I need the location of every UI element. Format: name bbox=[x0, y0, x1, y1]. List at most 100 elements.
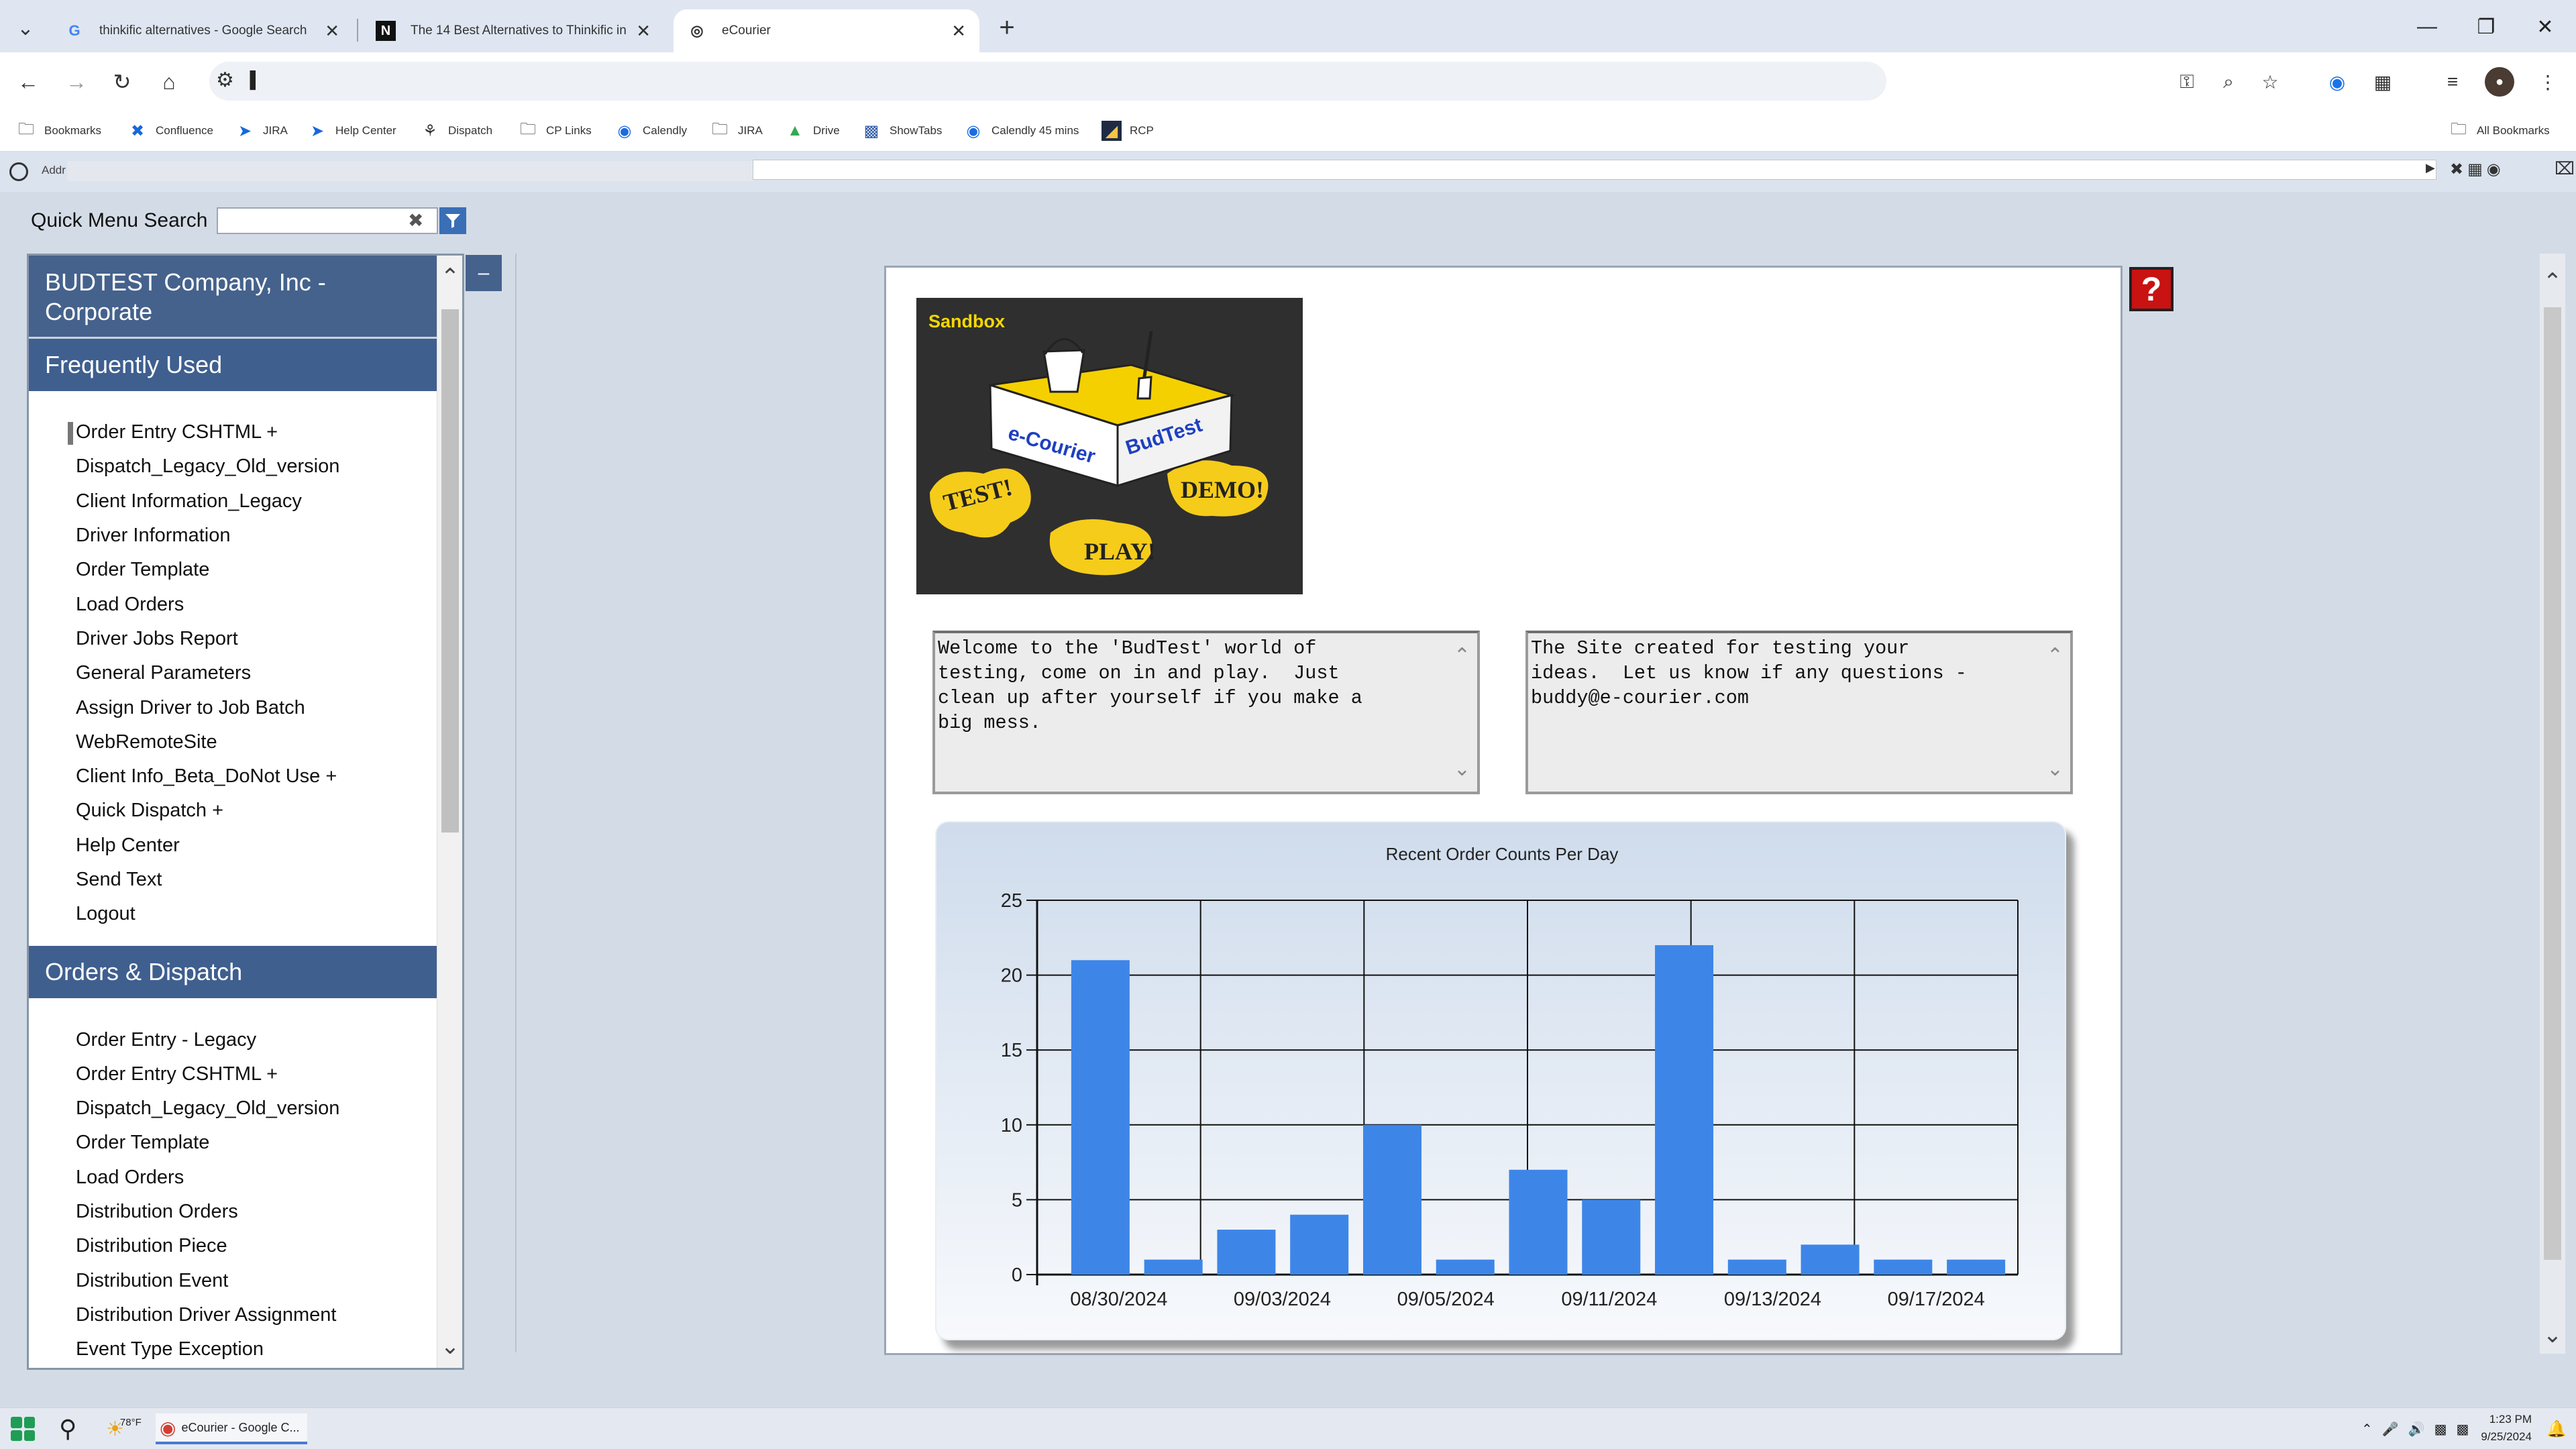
sidebar-menu-item[interactable]: Driver Information bbox=[29, 519, 437, 553]
scroll-thumb[interactable] bbox=[441, 309, 459, 833]
sidebar-menu-item[interactable]: Logout bbox=[29, 897, 437, 931]
sidebar-menu-item[interactable]: Quick Dispatch + bbox=[29, 794, 437, 828]
address-bar[interactable]: ⚙ ▐ bbox=[209, 62, 1886, 101]
bookmark-showtabs[interactable]: ▩ ShowTabs bbox=[861, 118, 943, 144]
new-tab-plus-icon[interactable]: + bbox=[990, 11, 1024, 44]
bookmark-help-center[interactable]: ➤ Help Center bbox=[307, 118, 396, 144]
bookmark-cp-links-folder[interactable]: 🗀 CP Links bbox=[518, 118, 592, 144]
bookmark-label: JIRA bbox=[738, 124, 763, 137]
media-queue-icon[interactable]: ≡ bbox=[2438, 67, 2467, 97]
reload-icon[interactable]: ↻ bbox=[106, 66, 138, 98]
sidebar-menu-item[interactable]: Load Orders bbox=[29, 1161, 437, 1195]
site-note[interactable]: The Site created for testing your ideas.… bbox=[1525, 631, 2073, 794]
scroll-down-icon[interactable]: ⌄ bbox=[2542, 1322, 2563, 1348]
sidebar-menu-item[interactable]: Distribution Driver Assignment bbox=[29, 1298, 437, 1332]
sidebar-menu-item[interactable]: Dispatch_Legacy_Old_version bbox=[29, 1091, 437, 1126]
tab-ecourier[interactable]: ◎ eCourier ✕ bbox=[674, 9, 979, 52]
sidebar-menu-item[interactable]: Client Information_Legacy bbox=[29, 484, 437, 519]
sidebar-menu-item[interactable]: Order Entry CSHTML + bbox=[29, 1057, 437, 1091]
sidebar-menu-item[interactable]: Order Template bbox=[29, 1126, 437, 1160]
bookmark-bookmarks-folder[interactable]: 🗀 Bookmarks bbox=[16, 118, 101, 144]
bookmark-confluence[interactable]: ✖ Confluence bbox=[127, 118, 213, 144]
extensions-puzzle-icon[interactable]: ▦ bbox=[2368, 67, 2398, 97]
home-icon[interactable]: ⌂ bbox=[153, 66, 185, 98]
browser-menu-icon[interactable]: ⋮ bbox=[2533, 67, 2563, 97]
command-line-input[interactable] bbox=[753, 160, 2436, 180]
main-scrollbar[interactable]: ⌃ ⌄ bbox=[2540, 254, 2565, 1354]
welcome-note[interactable]: Welcome to the 'BudTest' world of testin… bbox=[932, 631, 1480, 794]
bookmark-calendly[interactable]: ◉ Calendly bbox=[614, 118, 688, 144]
tab-strip: ⌄ G thinkific alternatives - Google Sear… bbox=[0, 0, 2576, 52]
key-icon[interactable]: ⚿ bbox=[2172, 67, 2202, 97]
tab-close-icon[interactable]: ✕ bbox=[636, 21, 651, 42]
sidebar-menu-item[interactable]: Dispatch_Legacy_Old_version bbox=[29, 449, 437, 484]
sidebar-menu-item[interactable]: WebRemoteSite bbox=[29, 725, 437, 759]
sidebar-menu-item[interactable]: Order Entry CSHTML + bbox=[29, 415, 437, 449]
start-button[interactable] bbox=[11, 1413, 35, 1444]
minimize-icon[interactable]: — bbox=[2400, 8, 2454, 46]
sidebar-menu-item[interactable]: Distribution Piece bbox=[29, 1229, 437, 1263]
help-button[interactable]: ? bbox=[2129, 267, 2174, 311]
bookmark-calendly-45[interactable]: ◉ Calendly 45 mins bbox=[963, 118, 1079, 144]
all-bookmarks-folder[interactable]: 🗀 All Bookmarks bbox=[2449, 118, 2550, 144]
notification-bell-icon[interactable]: 🔔 bbox=[2546, 1413, 2567, 1444]
zoom-icon[interactable]: ⌕ bbox=[2214, 67, 2243, 97]
back-arrow-icon[interactable]: ← bbox=[12, 66, 44, 98]
tab-thinkific-alternatives[interactable]: N The 14 Best Alternatives to Thinkific … bbox=[362, 9, 664, 52]
tools-icon[interactable]: ✖▦◉ bbox=[2450, 160, 2505, 179]
profile-avatar[interactable]: ● bbox=[2485, 67, 2514, 97]
tab-google-search[interactable]: G thinkific alternatives - Google Search… bbox=[51, 9, 353, 52]
sidebar-menu-item[interactable]: General Parameters bbox=[29, 656, 437, 690]
weather-widget[interactable]: ☀ 78°F bbox=[106, 1413, 142, 1444]
tab-close-icon[interactable]: ✕ bbox=[325, 21, 339, 42]
play-arrow-icon[interactable]: ▶ bbox=[2426, 161, 2435, 175]
sidebar-menu-item[interactable]: Client Info_Beta_DoNot Use + bbox=[29, 759, 437, 794]
sidebar-scrollbar[interactable]: ⌃ ⌄ bbox=[437, 256, 462, 1368]
pane-splitter[interactable] bbox=[515, 254, 517, 1352]
sidebar-menu-item[interactable]: Distribution Event bbox=[29, 1264, 437, 1298]
quick-search-input[interactable] bbox=[217, 207, 439, 234]
restore-icon[interactable]: ❐ bbox=[2459, 8, 2513, 46]
site-info-icon[interactable]: ⚙ bbox=[216, 68, 234, 92]
tab-close-icon[interactable]: ✕ bbox=[951, 21, 966, 42]
bookmark-dispatch[interactable]: ⚘ Dispatch bbox=[420, 118, 492, 144]
note-scroll-up-icon[interactable]: ⌃ bbox=[1454, 644, 1470, 667]
google-icon: G bbox=[68, 22, 80, 39]
addr-field[interactable] bbox=[67, 161, 753, 181]
taskbar-chrome-app[interactable]: ◉ eCourier - Google C... bbox=[156, 1413, 307, 1444]
sidebar-menu-item[interactable]: Order Entry - Legacy bbox=[29, 1022, 437, 1057]
collapse-sidebar-button[interactable]: – bbox=[466, 255, 502, 291]
clock[interactable]: 1:23 PM 9/25/2024 bbox=[2481, 1411, 2532, 1446]
sidebar-menu-item[interactable]: Order Template bbox=[29, 553, 437, 587]
bookmark-rcp[interactable]: ◢ RCP bbox=[1102, 118, 1154, 144]
bookmark-drive[interactable]: ▲ Drive bbox=[785, 118, 840, 144]
section-orders-dispatch[interactable]: Orders & Dispatch bbox=[29, 946, 437, 999]
window-close-icon[interactable]: ✕ bbox=[2518, 8, 2572, 46]
sidebar-menu-item[interactable]: Distribution Orders bbox=[29, 1195, 437, 1229]
system-tray-icons[interactable]: ⌃🎤🔊▩▩ bbox=[2361, 1413, 2478, 1444]
clear-search-icon[interactable]: ✖ bbox=[408, 209, 423, 231]
tab-list-chevron-icon[interactable]: ⌄ bbox=[9, 12, 42, 44]
sidebar-menu-item[interactable]: Send Text bbox=[29, 863, 437, 897]
sidebar-menu-item[interactable]: Load Orders bbox=[29, 587, 437, 621]
section-frequently-used[interactable]: Frequently Used bbox=[29, 339, 437, 391]
note-scroll-up-icon[interactable]: ⌃ bbox=[2047, 644, 2063, 667]
note-scroll-down-icon[interactable]: ⌄ bbox=[1454, 757, 1470, 781]
scroll-thumb[interactable] bbox=[2544, 307, 2561, 1260]
search-icon[interactable]: ⚲ bbox=[59, 1413, 76, 1444]
sidebar-menu-item[interactable]: Help Center bbox=[29, 828, 437, 863]
forward-arrow-icon[interactable]: → bbox=[60, 66, 93, 98]
scroll-down-icon[interactable]: ⌄ bbox=[440, 1334, 460, 1359]
bookmark-jira[interactable]: ➤ JIRA bbox=[235, 118, 288, 144]
scroll-up-icon[interactable]: ⌃ bbox=[440, 264, 460, 290]
scroll-up-icon[interactable]: ⌃ bbox=[2542, 269, 2563, 294]
sidebar-menu-item[interactable]: Assign Driver to Job Batch bbox=[29, 690, 437, 724]
filter-button[interactable] bbox=[439, 207, 467, 234]
bookmark-star-icon[interactable]: ☆ bbox=[2255, 67, 2285, 97]
sidebar-menu-item[interactable]: Driver Jobs Report bbox=[29, 622, 437, 656]
note-scroll-down-icon[interactable]: ⌄ bbox=[2047, 757, 2063, 781]
bookmark-jira-folder[interactable]: 🗀 JIRA bbox=[710, 118, 763, 144]
strip-close-icon[interactable]: ⌧ bbox=[2555, 158, 2575, 179]
extension-circle-icon[interactable]: ◉ bbox=[2322, 67, 2352, 97]
sidebar-menu-item[interactable]: Event Type Exception bbox=[29, 1332, 437, 1366]
